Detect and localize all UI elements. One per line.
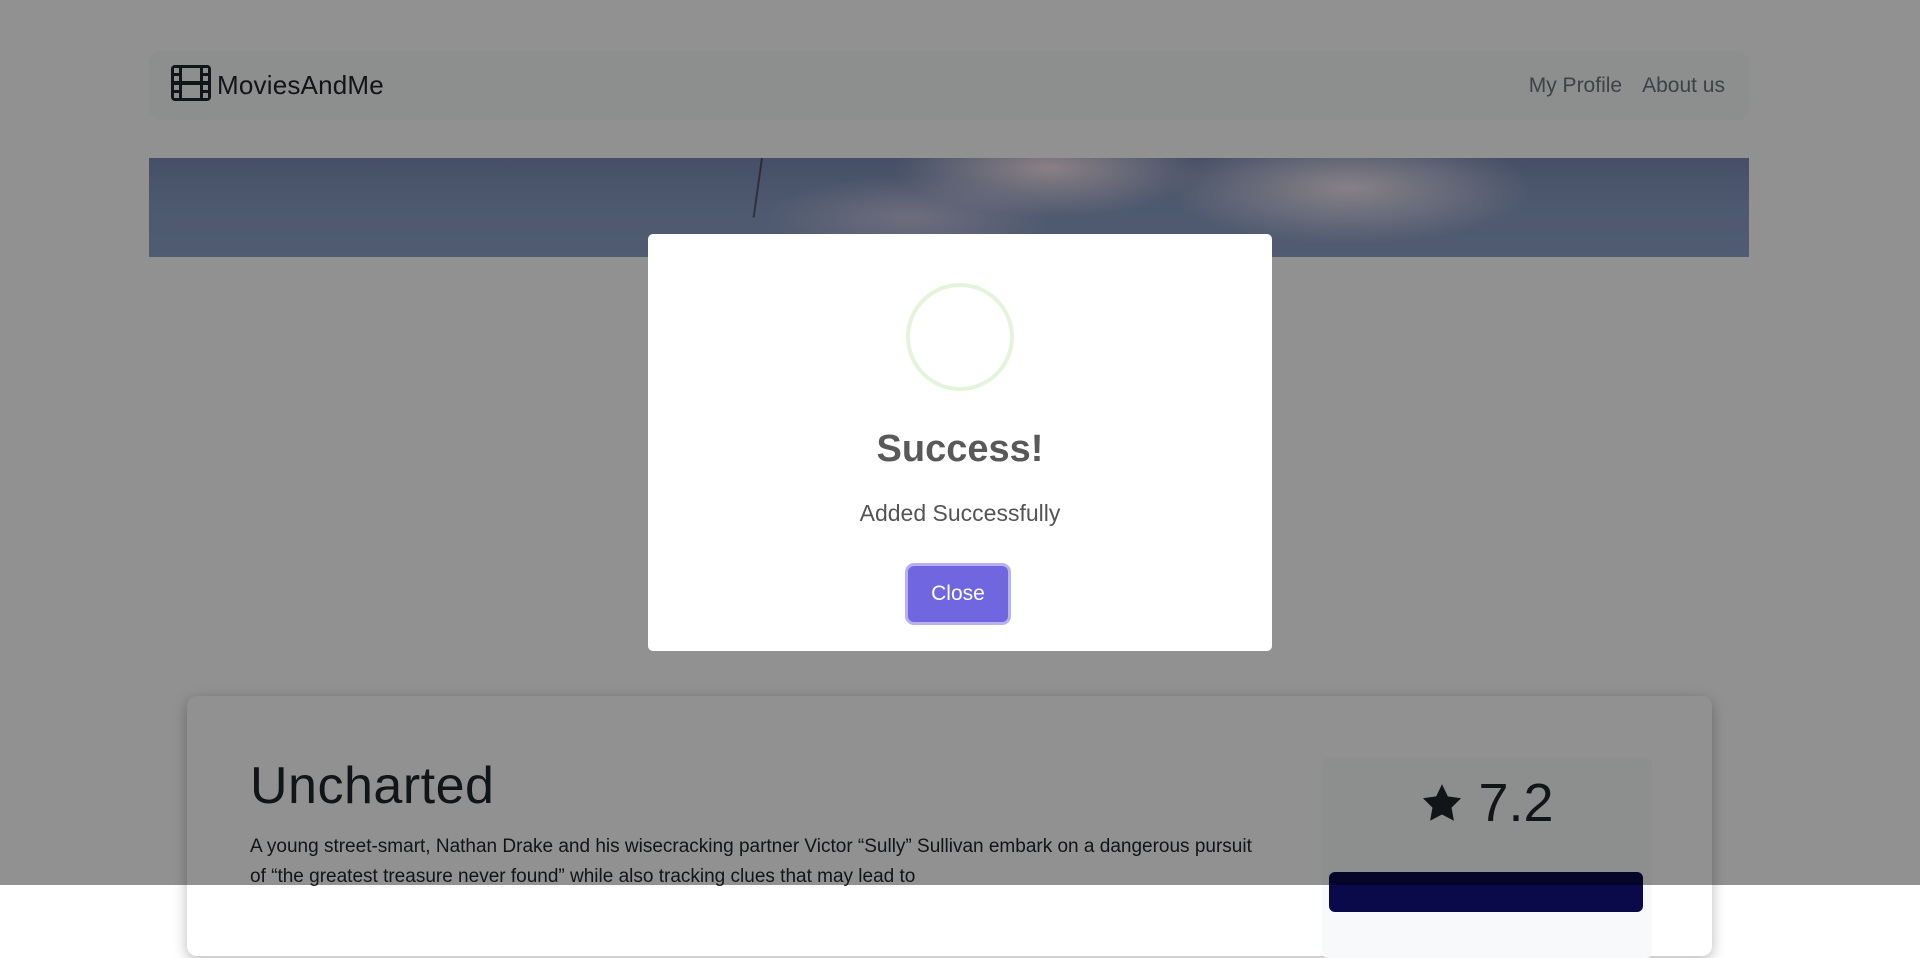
dialog-message: Added Successfully (859, 500, 1061, 526)
success-dialog: Success! Added Successfully Close (648, 234, 1272, 651)
dialog-title: Success! (876, 428, 1044, 470)
success-icon (906, 283, 1014, 391)
close-button[interactable]: Close (908, 566, 1008, 622)
